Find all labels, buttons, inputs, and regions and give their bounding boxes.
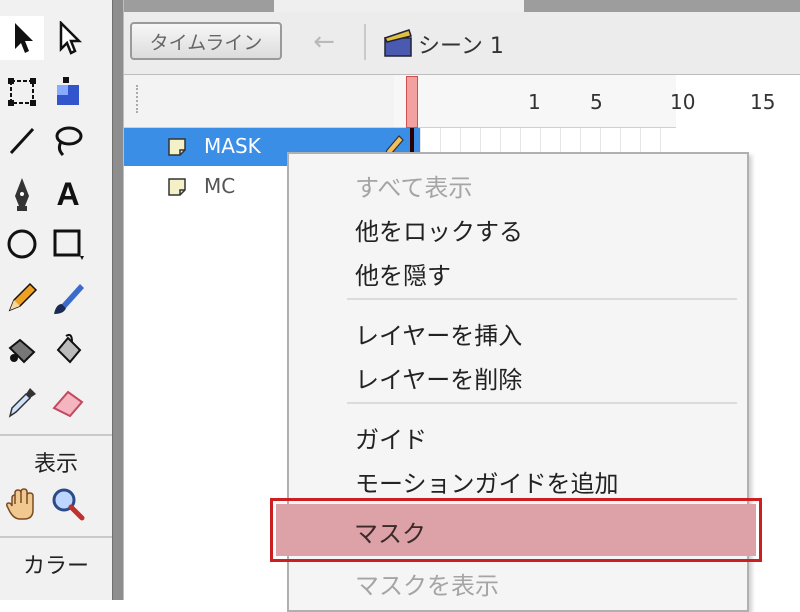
- subselect-arrow-icon: [59, 21, 83, 55]
- color-section-label: カラー: [22, 554, 89, 579]
- zoom-tool[interactable]: [46, 482, 90, 526]
- text-tool[interactable]: A: [46, 172, 90, 216]
- line-icon: [9, 127, 35, 155]
- view-section-label: 表示: [33, 452, 78, 477]
- eraser-icon: [52, 390, 84, 418]
- tools-panel-border: [112, 0, 124, 600]
- ruler-label: 10: [670, 90, 696, 114]
- layer-icon: [168, 138, 186, 156]
- line-tool[interactable]: [0, 118, 44, 162]
- layer-name: MASK: [204, 134, 261, 158]
- eraser-tool[interactable]: [46, 380, 90, 424]
- rectangle-icon: [53, 229, 84, 260]
- gradient-transform-icon: [57, 77, 79, 105]
- edit-bar-divider: [364, 24, 366, 60]
- menu-item-insert-layer[interactable]: レイヤーを挿入: [355, 316, 522, 351]
- playhead[interactable]: [406, 76, 418, 128]
- menu-item-show-all[interactable]: すべて表示: [355, 168, 472, 203]
- tools-divider: [0, 434, 112, 436]
- zoom-icon: [52, 488, 85, 521]
- document-tab-strip: [124, 0, 800, 12]
- edit-bar: タイムライン ← シーン 1: [124, 12, 800, 75]
- pen-icon: [15, 178, 29, 211]
- pencil-tool[interactable]: [0, 276, 44, 320]
- hand-icon: [6, 488, 34, 520]
- panel-grip[interactable]: [136, 85, 142, 113]
- document-tab[interactable]: [274, 0, 524, 12]
- menu-item-add-motion-guide[interactable]: モーションガイドを追加: [355, 464, 619, 499]
- clapperboard-icon: [383, 29, 412, 57]
- free-transform-icon: [8, 78, 36, 106]
- rectangle-tool[interactable]: [46, 222, 90, 266]
- ink-bottle-tool[interactable]: [0, 328, 44, 372]
- menu-item-lock-others[interactable]: 他をロックする: [355, 212, 523, 247]
- menu-separator: [347, 402, 737, 404]
- menu-separator: [347, 298, 737, 300]
- hand-tool[interactable]: [0, 482, 44, 526]
- text-icon: A: [56, 175, 80, 212]
- oval-icon: [7, 229, 37, 259]
- ink-bottle-icon: [8, 338, 36, 364]
- tools-panel: A 表示 カラー: [0, 0, 112, 600]
- subselection-tool[interactable]: [46, 16, 90, 60]
- menu-item-guide[interactable]: ガイド: [355, 420, 427, 455]
- ruler-label: 5: [590, 90, 603, 114]
- lasso-icon: [55, 126, 83, 157]
- menu-item-show-mask[interactable]: マスクを表示: [355, 566, 499, 601]
- scene-label[interactable]: シーン 1: [418, 28, 504, 60]
- tools-divider-2: [0, 536, 112, 538]
- ruler-label: 1: [528, 90, 541, 114]
- pen-tool[interactable]: [0, 172, 44, 216]
- free-transform-tool[interactable]: [0, 70, 44, 114]
- brush-tool[interactable]: [46, 276, 90, 320]
- annotation-highlight-box: [270, 498, 762, 562]
- brush-icon: [54, 284, 84, 314]
- eyedropper-tool[interactable]: [0, 380, 44, 424]
- menu-item-delete-layer[interactable]: レイヤーを削除: [355, 360, 522, 395]
- layer-name: MC: [204, 174, 236, 198]
- paint-bucket-icon: [56, 333, 82, 364]
- oval-tool[interactable]: [0, 222, 44, 266]
- timeline-button[interactable]: タイムライン: [130, 22, 282, 60]
- arrow-icon: [15, 23, 33, 53]
- paint-bucket-tool[interactable]: [46, 328, 90, 372]
- back-arrow-icon[interactable]: ←: [304, 28, 344, 56]
- ruler-label: 15: [750, 90, 776, 114]
- gradient-transform-tool[interactable]: [46, 70, 90, 114]
- layer-icon: [168, 178, 186, 196]
- menu-item-hide-others[interactable]: 他を隠す: [355, 256, 451, 291]
- eyedropper-icon: [8, 388, 36, 418]
- pencil-icon: [8, 282, 38, 312]
- selection-tool[interactable]: [0, 16, 44, 60]
- lasso-tool[interactable]: [46, 118, 90, 162]
